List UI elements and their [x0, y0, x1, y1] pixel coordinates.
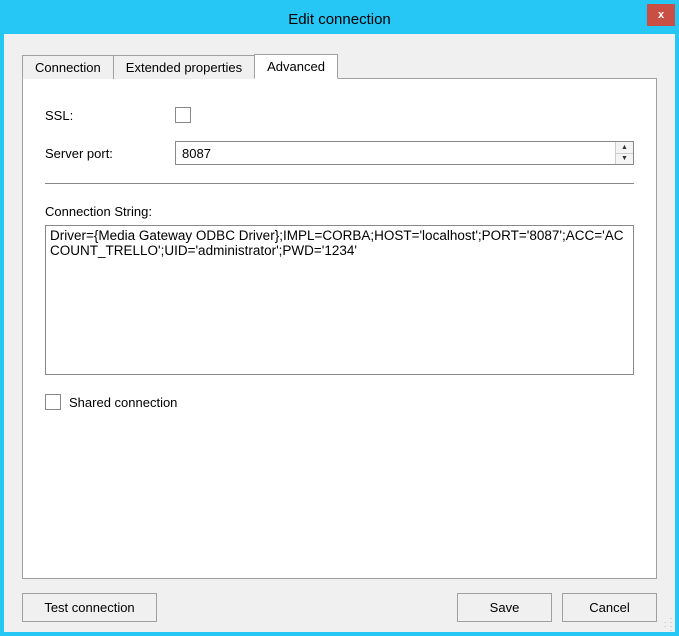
- cancel-button[interactable]: Cancel: [562, 593, 657, 622]
- connection-string-label: Connection String:: [45, 204, 634, 219]
- save-button[interactable]: Save: [457, 593, 552, 622]
- test-connection-button[interactable]: Test connection: [22, 593, 157, 622]
- window-title: Edit connection: [288, 11, 391, 28]
- titlebar: Edit connection x: [4, 4, 675, 34]
- chevron-up-icon: ▲: [621, 144, 628, 151]
- tab-panel-advanced: SSL: Server port: ▲ ▼: [22, 78, 657, 579]
- tab-extended-properties[interactable]: Extended properties: [113, 55, 255, 79]
- connection-string-textarea[interactable]: [45, 225, 634, 375]
- divider: [45, 183, 634, 184]
- edit-connection-window: Edit connection x Connection Extended pr…: [0, 0, 679, 636]
- shared-connection-label: Shared connection: [69, 395, 177, 410]
- ssl-row: SSL:: [45, 107, 634, 123]
- ssl-label: SSL:: [45, 108, 175, 123]
- spinner-up-button[interactable]: ▲: [616, 142, 633, 154]
- server-port-row: Server port: ▲ ▼: [45, 141, 634, 165]
- spinner-down-button[interactable]: ▼: [616, 154, 633, 165]
- shared-connection-checkbox[interactable]: [45, 394, 61, 410]
- server-port-input[interactable]: [176, 142, 615, 164]
- tab-strip: Connection Extended properties Advanced: [22, 52, 657, 78]
- server-port-spinner: ▲ ▼: [175, 141, 634, 165]
- ssl-checkbox[interactable]: [175, 107, 191, 123]
- server-port-label: Server port:: [45, 146, 175, 161]
- client-area: Connection Extended properties Advanced …: [4, 34, 675, 632]
- button-row: Test connection Save Cancel: [22, 593, 657, 622]
- tab-connection[interactable]: Connection: [22, 55, 114, 79]
- chevron-down-icon: ▼: [621, 155, 628, 162]
- spinner-buttons: ▲ ▼: [615, 142, 633, 164]
- shared-connection-row: Shared connection: [45, 394, 634, 410]
- tab-advanced[interactable]: Advanced: [254, 54, 338, 79]
- resize-grip-icon: .. .. . .: [659, 616, 673, 630]
- close-icon: x: [658, 9, 664, 21]
- close-button[interactable]: x: [647, 4, 675, 26]
